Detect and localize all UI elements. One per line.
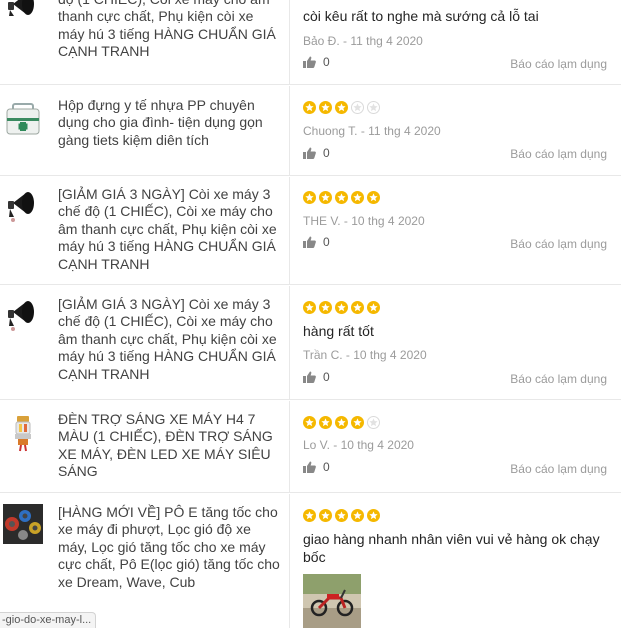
thumbs-up-icon (303, 371, 316, 383)
star-filled-icon (303, 191, 316, 204)
horn-icon[interactable] (4, 296, 42, 336)
star-filled-icon (367, 301, 380, 314)
review-cell: hàng rất tốt Trần C. - 10 thg 4 2020 0 B… (291, 286, 621, 399)
like-button[interactable]: 0 (303, 146, 330, 160)
thumbs-up-icon (303, 147, 316, 159)
star-empty-icon (351, 101, 364, 114)
product-name[interactable]: ĐÈN TRỢ SÁNG XE MÁY H4 7 MÀU (1 CHIẾC), … (58, 411, 283, 481)
thumbs-up-icon (303, 236, 316, 248)
motorbike-photo-icon[interactable] (303, 574, 361, 628)
review-cell: Chuong T. - 11 thg 4 2020 0 Báo cáo lạm … (291, 86, 621, 175)
thumbs-up-icon (303, 56, 316, 68)
review-text: hàng rất tốt (303, 323, 374, 339)
review-row: [HÀNG MỚI VỀ] PÔ E tăng tốc cho xe máy đ… (0, 494, 621, 628)
like-button[interactable]: 0 (303, 460, 330, 474)
review-author-date: Trần C. - 10 thg 4 2020 (303, 348, 427, 362)
star-filled-icon (351, 416, 364, 429)
review-author-date: Lo V. - 10 thg 4 2020 (303, 438, 414, 452)
star-filled-icon (351, 191, 364, 204)
star-filled-icon (335, 301, 348, 314)
rating-stars (303, 301, 380, 315)
report-abuse-link[interactable]: Báo cáo lạm dụng (510, 57, 607, 71)
like-count: 0 (323, 460, 330, 474)
status-bar-url: -gio-do-xe-may-l... (0, 612, 97, 628)
review-row: [GIẢM GIÁ 3 NGÀY] Còi xe máy 3 chế độ (1… (0, 286, 621, 400)
star-empty-icon (367, 416, 380, 429)
review-cell: THE V. - 10 thg 4 2020 0 Báo cáo lạm dụn… (291, 177, 621, 284)
report-abuse-link[interactable]: Báo cáo lạm dụng (510, 372, 607, 386)
horn-icon[interactable] (4, 0, 42, 18)
rating-stars (303, 191, 380, 205)
review-author-date: Bảo Đ. - 11 thg 4 2020 (303, 34, 423, 48)
star-filled-icon (367, 509, 380, 522)
star-filled-icon (351, 301, 364, 314)
star-filled-icon (335, 191, 348, 204)
product-cell: [HÀNG MỚI VỀ] PÔ E tăng tốc cho xe máy đ… (0, 494, 290, 628)
star-filled-icon (303, 509, 316, 522)
report-abuse-link[interactable]: Báo cáo lạm dụng (510, 462, 607, 476)
review-cell: còi kêu rất to nghe mà sướng cả lỗ tai B… (291, 0, 621, 84)
star-empty-icon (367, 101, 380, 114)
star-filled-icon (319, 509, 332, 522)
review-row: [GIẢM GIÁ 3 NGÀY] Còi xe máy 3 chế độ (1… (0, 177, 621, 285)
review-row: Hộp đựng y tế nhựa PP chuyên dụng cho gi… (0, 86, 621, 176)
led-bulb-icon[interactable] (4, 413, 42, 453)
product-name[interactable]: [GIẢM GIÁ 3 NGÀY] Còi xe máy 3 chế độ (1… (58, 296, 283, 383)
rating-stars (303, 101, 380, 115)
review-author-date: THE V. - 10 thg 4 2020 (303, 214, 425, 228)
star-filled-icon (319, 301, 332, 314)
report-abuse-link[interactable]: Báo cáo lạm dụng (510, 147, 607, 161)
thumbs-up-icon (303, 461, 316, 473)
product-cell: ĐÈN TRỢ SÁNG XE MÁY H4 7 MÀU (1 CHIẾC), … (0, 401, 290, 492)
star-filled-icon (303, 101, 316, 114)
star-filled-icon (303, 301, 316, 314)
review-author-date: Chuong T. - 11 thg 4 2020 (303, 124, 441, 138)
rating-stars (303, 509, 380, 523)
air-filter-icon[interactable] (3, 504, 43, 544)
product-name[interactable]: Hộp đựng y tế nhựa PP chuyên dụng cho gi… (58, 97, 283, 149)
product-cell: [GIẢM GIÁ 3 NGÀY] Còi xe máy 3 chế độ (1… (0, 286, 290, 399)
star-filled-icon (367, 191, 380, 204)
horn-icon[interactable] (4, 187, 42, 227)
star-filled-icon (319, 191, 332, 204)
star-filled-icon (351, 509, 364, 522)
like-count: 0 (323, 55, 330, 69)
like-button[interactable]: 0 (303, 55, 330, 69)
product-cell: độ (1 CHIẾC), Còi xe máy cho âm thanh cự… (0, 0, 290, 84)
product-cell: Hộp đựng y tế nhựa PP chuyên dụng cho gi… (0, 86, 290, 175)
star-filled-icon (319, 416, 332, 429)
star-filled-icon (335, 101, 348, 114)
review-row: độ (1 CHIẾC), Còi xe máy cho âm thanh cự… (0, 0, 621, 85)
rating-stars (303, 416, 380, 430)
review-text: còi kêu rất to nghe mà sướng cả lỗ tai (303, 8, 539, 24)
star-filled-icon (335, 509, 348, 522)
product-cell: [GIẢM GIÁ 3 NGÀY] Còi xe máy 3 chế độ (1… (0, 177, 290, 284)
like-button[interactable]: 0 (303, 235, 330, 249)
product-name[interactable]: [GIẢM GIÁ 3 NGÀY] Còi xe máy 3 chế độ (1… (58, 186, 283, 273)
star-filled-icon (335, 416, 348, 429)
product-name[interactable]: độ (1 CHIẾC), Còi xe máy cho âm thanh cự… (58, 0, 283, 61)
review-row: ĐÈN TRỢ SÁNG XE MÁY H4 7 MÀU (1 CHIẾC), … (0, 401, 621, 493)
like-count: 0 (323, 235, 330, 249)
product-name[interactable]: [HÀNG MỚI VỀ] PÔ E tăng tốc cho xe máy đ… (58, 504, 283, 591)
like-count: 0 (323, 146, 330, 160)
like-button[interactable]: 0 (303, 370, 330, 384)
medical-box-icon[interactable] (4, 98, 42, 138)
review-cell: giao hàng nhanh nhân viên vui vẻ hàng ok… (291, 494, 621, 628)
like-count: 0 (323, 370, 330, 384)
review-text: giao hàng nhanh nhân viên vui vẻ hàng ok… (303, 531, 600, 565)
star-filled-icon (303, 416, 316, 429)
review-cell: Lo V. - 10 thg 4 2020 0 Báo cáo lạm dụng (291, 401, 621, 492)
star-filled-icon (319, 101, 332, 114)
report-abuse-link[interactable]: Báo cáo lạm dụng (510, 237, 607, 251)
